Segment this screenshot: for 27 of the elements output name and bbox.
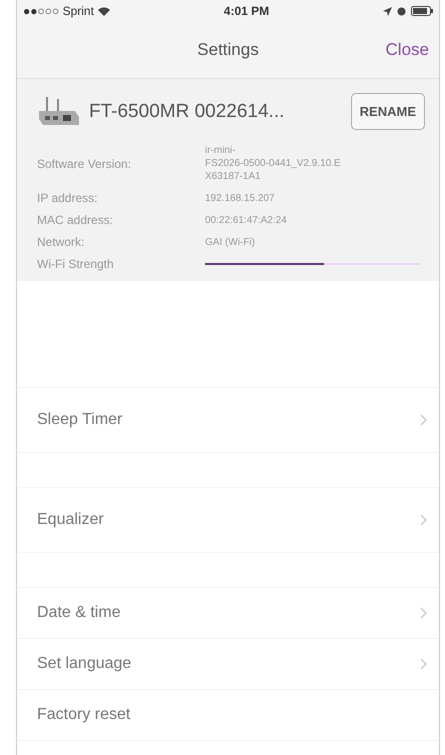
device-name: FT-6500MR 0022614...: [89, 100, 286, 122]
info-label: MAC address:: [37, 213, 114, 227]
rename-button[interactable]: RENAME: [350, 93, 425, 130]
wifi-icon: [98, 6, 110, 16]
info-label: Software Version:: [37, 156, 132, 170]
row-label: Date & time: [37, 604, 121, 622]
info-value: 192.168.15.207: [205, 192, 276, 204]
battery-icon: [411, 6, 433, 16]
row-label: Equalizer: [37, 511, 104, 529]
info-label: Network:: [37, 235, 86, 249]
info-value: ir-mini- FS2026-0500-0441_V2.9.10.E X63187-1A1: [205, 144, 342, 183]
row-label: Sleep Timer: [37, 411, 122, 429]
settings-row[interactable]: Factory reset: [17, 690, 439, 741]
settings-row[interactable]: Date & time: [17, 588, 439, 639]
location-icon: [383, 6, 392, 16]
info-value: GAI (Wi-Fi): [205, 236, 256, 248]
row-label: Factory reset: [37, 706, 130, 724]
row-label: Set language: [37, 655, 132, 673]
close-button[interactable]: Close: [386, 40, 429, 60]
settings-row[interactable]: Set language: [17, 639, 439, 690]
info-value: 00:22:61:47:A2:24: [205, 214, 288, 226]
status-time: 4:01 PM: [224, 4, 270, 18]
info-label: Wi-Fi Strength: [37, 257, 115, 271]
carrier-label: ●●○○○ Sprint: [23, 4, 94, 18]
info-label: IP address:: [37, 191, 98, 205]
router-icon: [37, 96, 79, 126]
nav-title: Settings: [197, 40, 259, 60]
